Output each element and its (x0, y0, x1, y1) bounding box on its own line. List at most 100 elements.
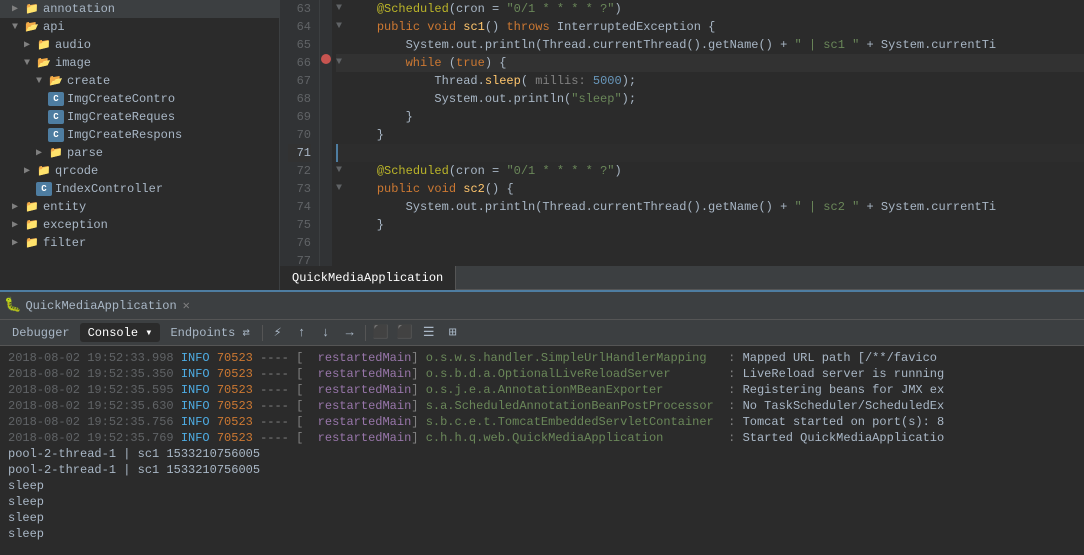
debug-icon: 🐛 (4, 297, 21, 314)
code-line-64: ▼ public void sc1() throws InterruptedEx… (336, 18, 1084, 36)
line-num-73: 73 (288, 180, 311, 198)
code-line-74: ▼ System.out.println(Thread.currentThrea… (336, 198, 1084, 216)
sidebar-item-create[interactable]: ▼ 📂 create (0, 72, 279, 90)
sidebar-item-imgcreaterespons[interactable]: C ImgCreateRespons (0, 126, 279, 144)
log-line-5: 2018-08-02 19:52:35.756 INFO 70523 ---- … (8, 414, 1076, 430)
line-num-63: 63 (288, 0, 311, 18)
fold-icon-72: ▼ (336, 162, 348, 180)
tree-arrow-entity: ▶ (12, 201, 24, 213)
code-content: 63 64 65 66 67 68 69 70 71 72 73 74 75 7… (280, 0, 1084, 266)
sidebar-item-imgcreatereques[interactable]: C ImgCreateReques (0, 108, 279, 126)
sidebar-label-create: create (67, 74, 110, 88)
code-editor[interactable]: ▼ @Scheduled(cron = "0/1 * * * * ?") ▼ p… (332, 0, 1084, 266)
code-line-68: ▼ System.out.println("sleep"); (336, 90, 1084, 108)
breakpoint-gutter (320, 0, 332, 266)
line-num-69: 69 (288, 108, 311, 126)
log-line-1: 2018-08-02 19:52:33.998 INFO 70523 ---- … (8, 350, 1076, 366)
toolbar-btn-next[interactable]: → (339, 323, 361, 343)
tree-arrow-parse: ▶ (36, 147, 48, 159)
sidebar-label-exception: exception (43, 218, 108, 232)
class-icon-imgcreatereques: C (48, 110, 64, 124)
fold-icon-64: ▼ (336, 18, 348, 36)
sidebar-item-annotation[interactable]: ▶ 📁 annotation (0, 0, 279, 18)
line-num-65: 65 (288, 36, 311, 54)
sidebar-item-indexcontroller[interactable]: C IndexController (0, 180, 279, 198)
sidebar-item-exception[interactable]: ▶ 📁 exception (0, 216, 279, 234)
pool-line-2: pool-2-thread-1 | sc1 1533210756005 (8, 462, 1076, 478)
debug-app-name: QuickMediaApplication (25, 299, 176, 313)
folder-icon-exception: 📁 (24, 218, 40, 232)
tree-arrow-exception: ▶ (12, 219, 24, 231)
log-line-6: 2018-08-02 19:52:35.769 INFO 70523 ---- … (8, 430, 1076, 446)
sidebar-item-image[interactable]: ▼ 📂 image (0, 54, 279, 72)
fold-icon-66: ▼ (336, 54, 348, 72)
code-line-65: ▼ System.out.println(Thread.currentThrea… (336, 36, 1084, 54)
main-area: ▶ 📁 annotation ▼ 📂 api ▶ 📁 audio ▼ 📂 ima… (0, 0, 1084, 290)
tree-arrow-create: ▼ (36, 76, 48, 87)
folder-icon-api: 📂 (24, 20, 40, 34)
sidebar-item-audio[interactable]: ▶ 📁 audio (0, 36, 279, 54)
code-line-63: ▼ @Scheduled(cron = "0/1 * * * * ?") (336, 0, 1084, 18)
line-num-77: 77 (288, 252, 311, 266)
sidebar-item-imgcreatecontro[interactable]: C ImgCreateContro (0, 90, 279, 108)
toolbar-btn-up[interactable]: ↑ (291, 323, 313, 343)
toolbar-btn-a3[interactable]: ☰ (418, 323, 440, 343)
sidebar-item-parse[interactable]: ▶ 📁 parse (0, 144, 279, 162)
log-line-3: 2018-08-02 19:52:35.595 INFO 70523 ---- … (8, 382, 1076, 398)
tree-arrow-qrcode: ▶ (24, 165, 36, 177)
sidebar-item-entity[interactable]: ▶ 📁 entity (0, 198, 279, 216)
editor-tab-quickmediaapplication[interactable]: QuickMediaApplication (280, 266, 456, 290)
tab-console[interactable]: Console ▾ (80, 323, 161, 342)
sidebar-label-indexcontroller: IndexController (55, 182, 163, 196)
console-toolbar: Debugger Console ▾ Endpoints ⇄ ⚡ ↑ ↓ → ⬛… (0, 320, 1084, 346)
toolbar-separator-1 (262, 325, 263, 341)
sidebar-label-api: api (43, 20, 65, 34)
sidebar-label-imgcreatereques: ImgCreateReques (67, 110, 175, 124)
folder-icon-audio: 📁 (36, 38, 52, 52)
sidebar-item-qrcode[interactable]: ▶ 📁 qrcode (0, 162, 279, 180)
fold-icon-63: ▼ (336, 0, 348, 18)
code-line-73: ▼ public void sc2() { (336, 180, 1084, 198)
folder-icon-annotation: 📁 (24, 2, 40, 16)
tab-debugger[interactable]: Debugger (4, 324, 78, 342)
code-line-67: ▼ Thread.sleep( millis: 5000); (336, 72, 1084, 90)
sidebar-label-filter: filter (43, 236, 86, 250)
debug-close-button[interactable]: ✕ (183, 298, 190, 313)
folder-icon-image: 📂 (36, 56, 52, 70)
sidebar-item-api[interactable]: ▼ 📂 api (0, 18, 279, 36)
code-line-71: ▼ (336, 144, 1084, 162)
tree-arrow-image: ▼ (24, 58, 36, 69)
pool-line-1: pool-2-thread-1 | sc1 1533210756005 (8, 446, 1076, 462)
console-output[interactable]: 2018-08-02 19:52:33.998 INFO 70523 ---- … (0, 346, 1084, 555)
toolbar-separator-2 (365, 325, 366, 341)
class-icon-indexcontroller: C (36, 182, 52, 196)
sleep-line-2: sleep (8, 494, 1076, 510)
toolbar-btn-a4[interactable]: ⊞ (442, 323, 464, 343)
toolbar-btn-down[interactable]: ↓ (315, 323, 337, 343)
class-icon-imgcreatecontro: C (48, 92, 64, 106)
tab-endpoints[interactable]: Endpoints ⇄ (162, 323, 257, 342)
debug-tab-bar: 🐛 QuickMediaApplication ✕ (0, 292, 1084, 320)
debug-app-label: QuickMediaApplication (25, 299, 176, 313)
line-num-72: 72 (288, 162, 311, 180)
sidebar-label-image: image (55, 56, 91, 70)
sidebar-label-annotation: annotation (43, 2, 115, 16)
tree-arrow-filter: ▶ (12, 237, 24, 249)
folder-icon-qrcode: 📁 (36, 164, 52, 178)
sidebar-label-audio: audio (55, 38, 91, 52)
code-line-77: ▼ (336, 252, 1084, 266)
tree-arrow-api: ▼ (12, 22, 24, 33)
sidebar-label-entity: entity (43, 200, 86, 214)
fold-icon-73: ▼ (336, 180, 348, 198)
editor-tab-bar: QuickMediaApplication (280, 266, 1084, 290)
sidebar-item-filter[interactable]: ▶ 📁 filter (0, 234, 279, 252)
sidebar-label-parse: parse (67, 146, 103, 160)
toolbar-btn-a2[interactable]: ⬛ (394, 323, 416, 343)
toolbar-btn-a1[interactable]: ⬛ (370, 323, 392, 343)
toolbar-btn-filter[interactable]: ⚡ (267, 323, 289, 343)
tree-arrow-annotation: ▶ (12, 3, 24, 15)
code-line-70: ▼ } (336, 126, 1084, 144)
line-num-67: 67 (288, 72, 311, 90)
log-line-2: 2018-08-02 19:52:35.350 INFO 70523 ---- … (8, 366, 1076, 382)
folder-icon-filter: 📁 (24, 236, 40, 250)
